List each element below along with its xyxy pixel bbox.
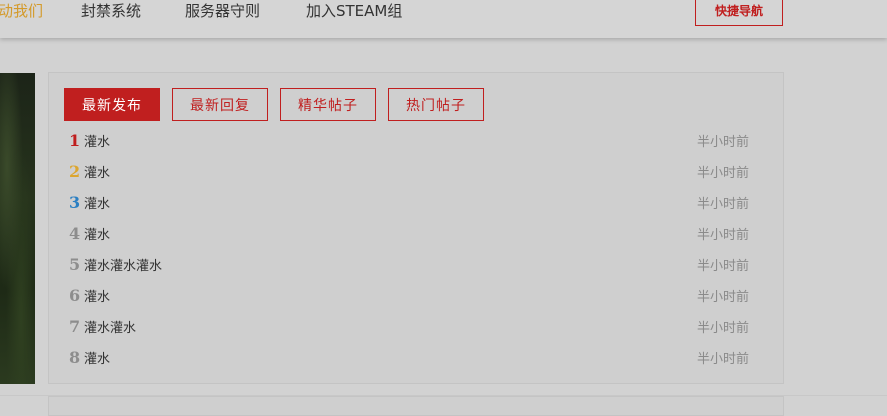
top-nav-bar: 动我们 封禁系统 服务器守则 加入STEAM组 快捷导航	[0, 0, 887, 38]
list-item[interactable]: 4 灌水 半小时前	[69, 222, 749, 244]
next-panel	[48, 396, 784, 416]
tab-latest-replies[interactable]: 最新回复	[172, 88, 268, 121]
list-item[interactable]: 2 灌水 半小时前	[69, 160, 749, 182]
rank-number: 7	[69, 316, 81, 336]
rank-number: 5	[69, 254, 81, 274]
post-time: 半小时前	[696, 289, 749, 305]
post-title-link[interactable]: 灌水	[84, 193, 110, 212]
nav-item-contact[interactable]: 动我们	[0, 0, 43, 22]
post-title-link[interactable]: 灌水	[84, 162, 110, 181]
list-item[interactable]: 8 灌水 半小时前	[69, 346, 749, 368]
rank-number: 2	[69, 161, 81, 181]
list-item[interactable]: 6 灌水 半小时前	[69, 284, 749, 306]
post-time: 半小时前	[696, 320, 749, 336]
rank-number: 8	[69, 347, 81, 367]
post-time: 半小时前	[696, 165, 749, 181]
post-title-link[interactable]: 灌水	[84, 348, 110, 367]
list-item[interactable]: 7 灌水灌水 半小时前	[69, 315, 749, 337]
tab-featured-posts[interactable]: 精华帖子	[280, 88, 376, 121]
quick-nav-button[interactable]: 快捷导航	[695, 0, 783, 26]
rank-number: 4	[69, 223, 81, 243]
post-title-link[interactable]: 灌水	[84, 286, 110, 305]
post-list-panel: 最新发布 最新回复 精华帖子 热门帖子 1 灌水 半小时前 2 灌水 半小时前 3 灌水 半小时…	[48, 72, 784, 384]
post-time: 半小时前	[696, 134, 749, 150]
rank-number: 3	[69, 192, 81, 212]
list-item[interactable]: 1 灌水 半小时前	[69, 129, 749, 151]
nav-item-ban-system[interactable]: 封禁系统	[81, 0, 141, 22]
nav-item-server-rules[interactable]: 服务器守则	[185, 0, 260, 22]
list-item[interactable]: 5 灌水灌水灌水 半小时前	[69, 253, 749, 275]
tab-latest-posts[interactable]: 最新发布	[64, 88, 160, 121]
post-title-link[interactable]: 灌水灌水灌水	[84, 255, 162, 274]
post-time: 半小时前	[696, 258, 749, 274]
list-item[interactable]: 3 灌水 半小时前	[69, 191, 749, 213]
banner-image[interactable]	[0, 73, 35, 384]
rank-number: 6	[69, 285, 81, 305]
nav-item-join-steam-group[interactable]: 加入STEAM组	[306, 0, 402, 22]
tab-hot-posts[interactable]: 热门帖子	[388, 88, 484, 121]
post-time: 半小时前	[696, 196, 749, 212]
post-time: 半小时前	[696, 227, 749, 243]
post-title-link[interactable]: 灌水	[84, 131, 110, 150]
post-title-link[interactable]: 灌水	[84, 224, 110, 243]
rank-number: 1	[69, 130, 81, 150]
post-time: 半小时前	[696, 351, 749, 367]
post-title-link[interactable]: 灌水灌水	[84, 317, 136, 336]
